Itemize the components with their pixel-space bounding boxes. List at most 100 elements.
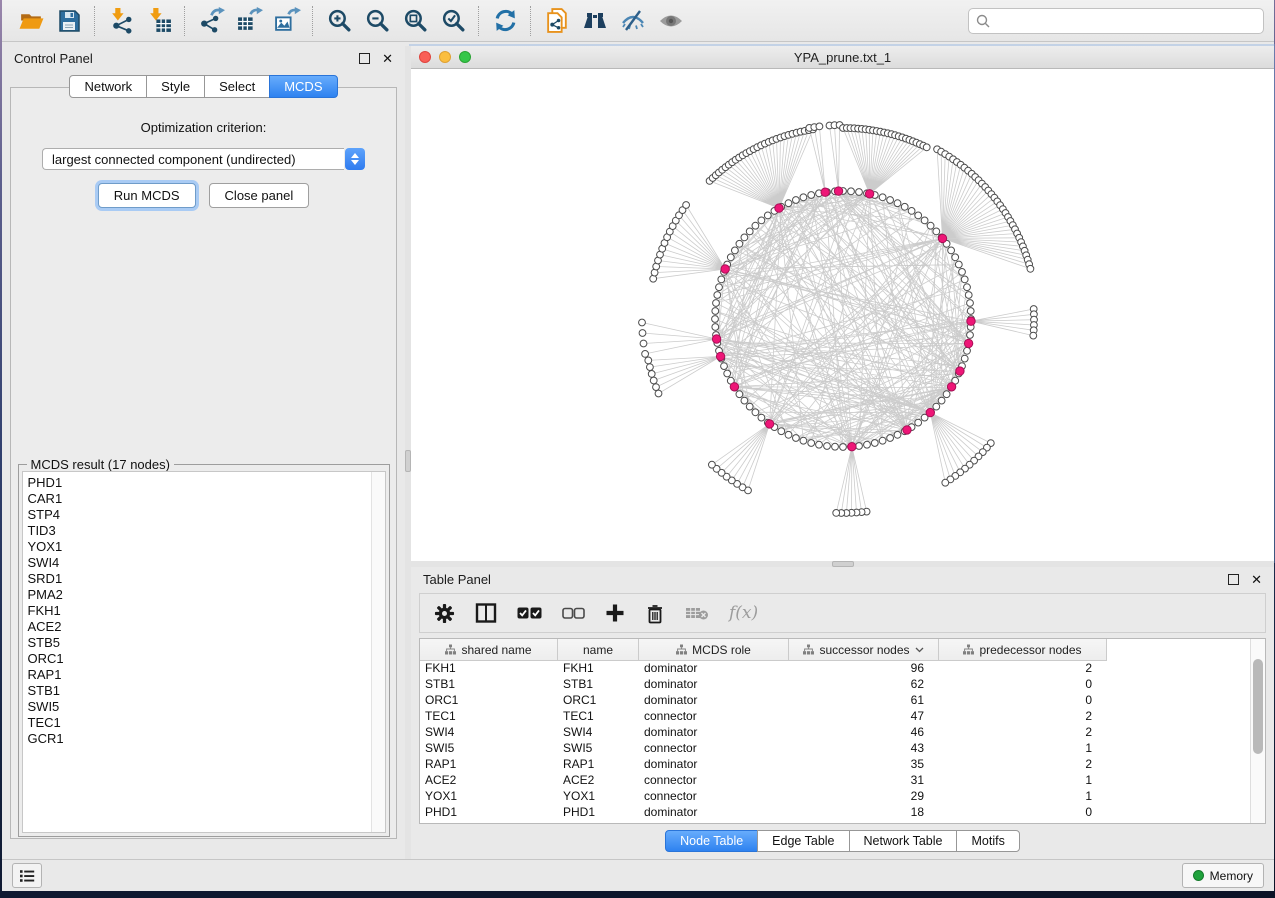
cell-name[interactable]: SWI5	[558, 741, 639, 755]
mcds-result-list[interactable]: PHD1CAR1STP4TID3YOX1SWI4SRD1PMA2FKH1ACE2…	[22, 471, 386, 833]
cell-name[interactable]: RAP1	[558, 757, 639, 771]
cell-predecessor-nodes[interactable]: 1	[939, 789, 1107, 803]
network-node[interactable]	[915, 419, 922, 426]
mcds-result-item[interactable]: SRD1	[28, 571, 371, 587]
tab-select[interactable]: Select	[204, 75, 270, 98]
mcds-result-item[interactable]: STP4	[28, 507, 371, 523]
cell-successor-nodes[interactable]: 29	[789, 789, 939, 803]
mcds-result-item[interactable]: PMA2	[28, 587, 371, 603]
network-node[interactable]	[808, 192, 815, 199]
network-node[interactable]	[943, 391, 950, 398]
network-node[interactable]	[948, 247, 955, 254]
task-history-button[interactable]	[12, 863, 42, 888]
export-image-button[interactable]	[268, 5, 306, 37]
mcds-result-item[interactable]: GCR1	[28, 731, 371, 747]
network-node-dominator[interactable]	[947, 383, 955, 391]
network-node[interactable]	[746, 228, 753, 235]
network-node-dominator[interactable]	[926, 408, 934, 416]
select-all-checkboxes-button[interactable]	[517, 606, 542, 620]
network-node[interactable]	[709, 461, 716, 468]
close-panel-icon[interactable]: ✕	[382, 52, 393, 65]
mcds-result-item[interactable]: FKH1	[28, 603, 371, 619]
cell-predecessor-nodes[interactable]: 2	[939, 757, 1107, 771]
cell-successor-nodes[interactable]: 62	[789, 677, 939, 691]
float-panel-icon[interactable]	[359, 53, 370, 64]
refresh-button[interactable]	[486, 5, 524, 37]
first-neighbors-button[interactable]	[576, 5, 614, 37]
network-node-dominator[interactable]	[721, 265, 729, 273]
cell-shared-name[interactable]: YOX1	[420, 789, 558, 803]
table-scrollbar[interactable]	[1250, 639, 1265, 823]
mcds-result-item[interactable]: STB5	[28, 635, 371, 651]
zoom-selected-button[interactable]	[434, 5, 472, 37]
delete-column-button[interactable]	[645, 603, 665, 624]
network-node[interactable]	[879, 194, 886, 201]
network-node[interactable]	[808, 440, 815, 447]
tab-node-table[interactable]: Node Table	[665, 830, 758, 852]
tab-network[interactable]: Network	[69, 75, 147, 98]
network-node[interactable]	[1030, 332, 1037, 339]
import-network-button[interactable]	[102, 5, 140, 37]
mcds-result-item[interactable]: TEC1	[28, 715, 371, 731]
network-node[interactable]	[793, 435, 800, 442]
node-table-grid[interactable]: shared namenameMCDS rolesuccessor nodesp…	[420, 639, 1250, 823]
cell-predecessor-nodes[interactable]: 1	[939, 741, 1107, 755]
network-node-dominator[interactable]	[938, 234, 946, 242]
network-node[interactable]	[716, 284, 723, 291]
table-row[interactable]: SWI4SWI4dominator462	[420, 724, 1250, 740]
network-node-dominator[interactable]	[848, 443, 856, 451]
network-node[interactable]	[816, 123, 823, 130]
network-node-dominator[interactable]	[765, 420, 773, 428]
network-node[interactable]	[938, 397, 945, 404]
cell-shared-name[interactable]: SWI5	[420, 741, 558, 755]
cell-predecessor-nodes[interactable]: 2	[939, 709, 1107, 723]
network-node[interactable]	[833, 510, 840, 517]
network-node[interactable]	[964, 284, 971, 291]
table-row[interactable]: TEC1TEC1connector472	[420, 708, 1250, 724]
mcds-result-item[interactable]: ORC1	[28, 651, 371, 667]
network-node[interactable]	[952, 254, 959, 261]
deselect-all-checkboxes-button[interactable]	[562, 607, 585, 620]
network-node[interactable]	[840, 444, 847, 451]
table-row[interactable]: RAP1RAP1dominator352	[420, 756, 1250, 772]
network-node[interactable]	[800, 194, 807, 201]
cell-successor-nodes[interactable]: 47	[789, 709, 939, 723]
tab-network-table[interactable]: Network Table	[849, 830, 958, 852]
network-node[interactable]	[645, 357, 652, 364]
cell-predecessor-nodes[interactable]: 0	[939, 805, 1107, 819]
cell-shared-name[interactable]: TEC1	[420, 709, 558, 723]
table-row[interactable]: ORC1ORC1dominator610	[420, 692, 1250, 708]
tab-motifs[interactable]: Motifs	[956, 830, 1019, 852]
network-node-dominator[interactable]	[730, 383, 738, 391]
network-node[interactable]	[894, 200, 901, 207]
network-node-dominator[interactable]	[964, 339, 972, 347]
network-node-dominator[interactable]	[967, 317, 975, 325]
cell-successor-nodes[interactable]: 31	[789, 773, 939, 787]
column-header-name[interactable]: name	[558, 639, 639, 660]
show-column-panel-button[interactable]	[475, 602, 497, 624]
network-node-dominator[interactable]	[834, 187, 842, 195]
column-header-shared-name[interactable]: shared name	[420, 639, 558, 660]
cell-name[interactable]: PHD1	[558, 805, 639, 819]
cell-successor-nodes[interactable]: 18	[789, 805, 939, 819]
cell-name[interactable]: ACE2	[558, 773, 639, 787]
network-node[interactable]	[894, 431, 901, 438]
cell-successor-nodes[interactable]: 46	[789, 725, 939, 739]
network-node[interactable]	[800, 437, 807, 444]
network-node[interactable]	[647, 364, 654, 371]
float-panel-icon[interactable]	[1228, 574, 1239, 585]
cell-successor-nodes[interactable]: 96	[789, 661, 939, 675]
cell-shared-name[interactable]: RAP1	[420, 757, 558, 771]
cell-shared-name[interactable]: SWI4	[420, 725, 558, 739]
network-node[interactable]	[856, 189, 863, 196]
network-node[interactable]	[732, 247, 739, 254]
column-header-mcds-role[interactable]: MCDS role	[639, 639, 789, 660]
network-node[interactable]	[793, 197, 800, 204]
network-node[interactable]	[848, 188, 855, 195]
network-node[interactable]	[832, 443, 839, 450]
column-header-successor-nodes[interactable]: successor nodes	[789, 639, 939, 660]
network-node[interactable]	[816, 441, 823, 448]
network-node[interactable]	[727, 254, 734, 261]
zoom-fit-button[interactable]	[396, 5, 434, 37]
cell-name[interactable]: STB1	[558, 677, 639, 691]
